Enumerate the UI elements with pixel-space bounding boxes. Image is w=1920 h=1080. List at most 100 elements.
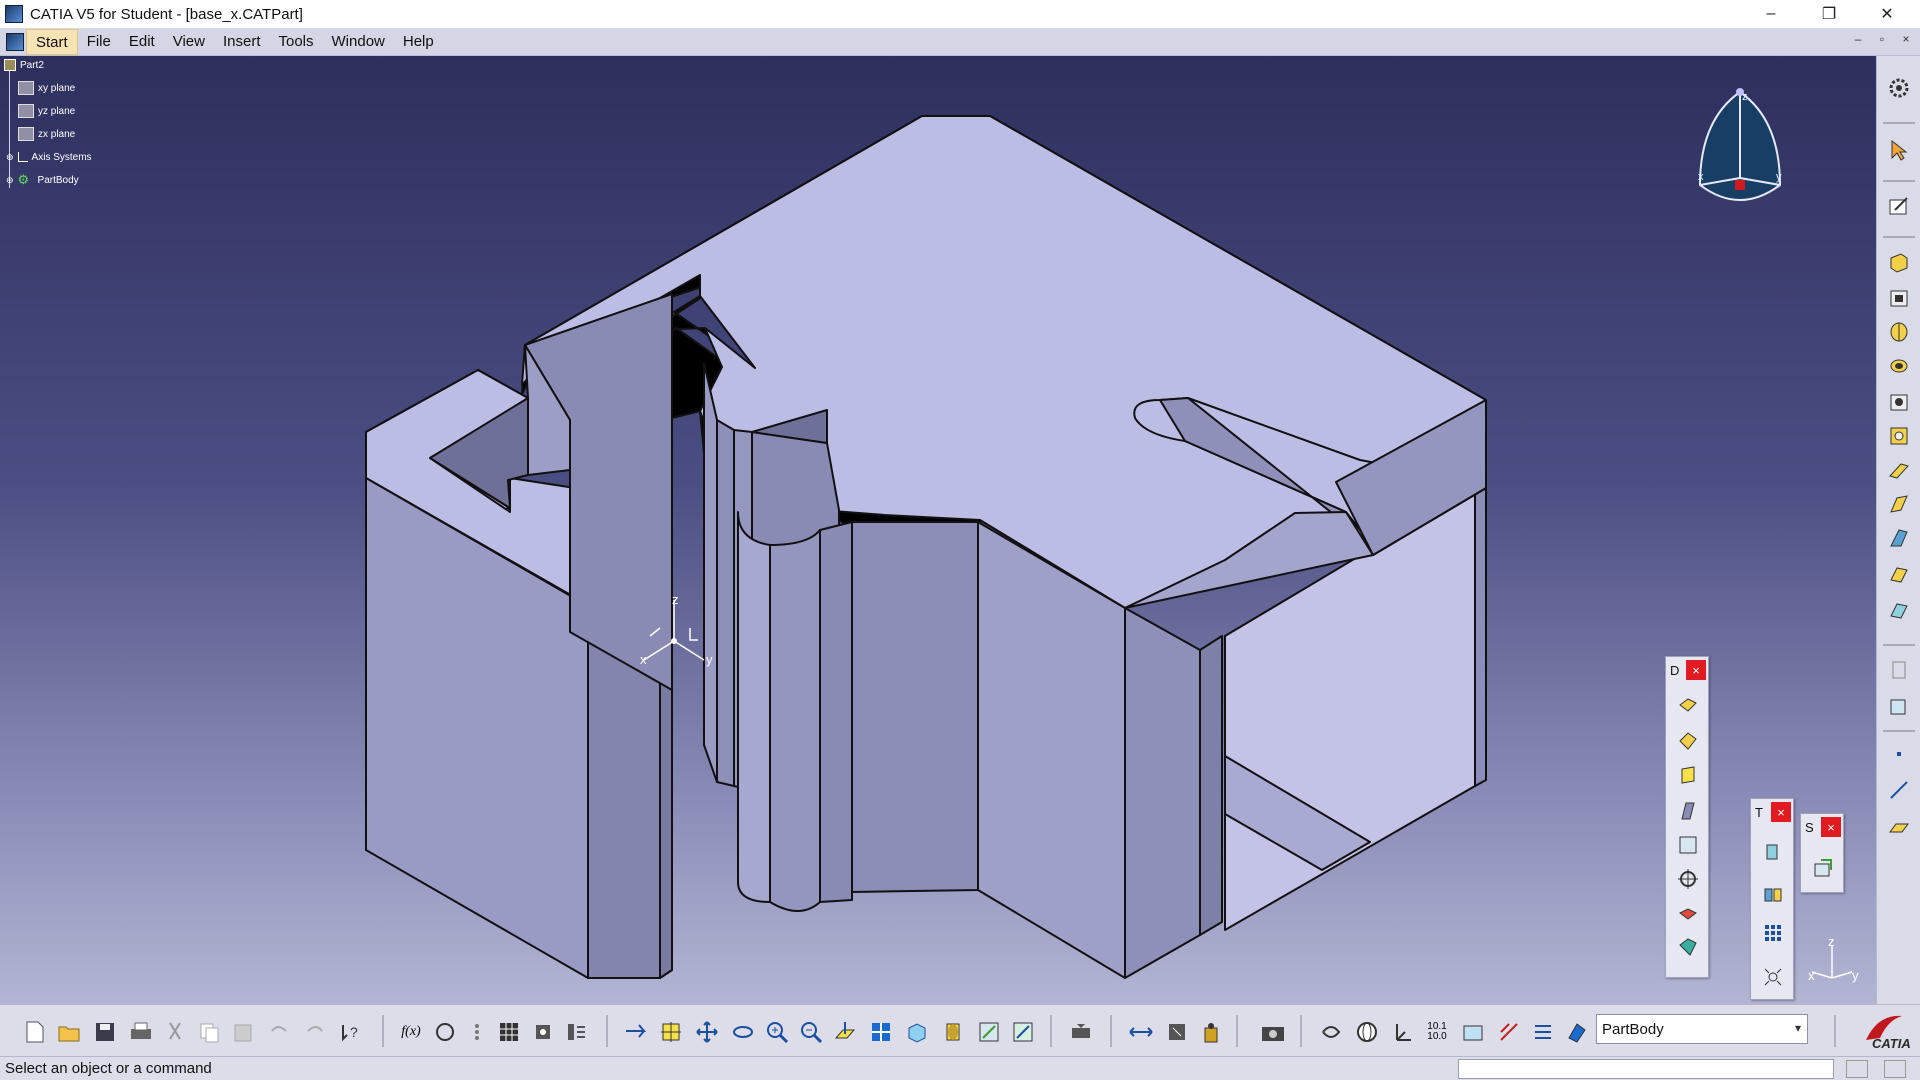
fillet-icon[interactable] <box>1674 691 1702 719</box>
translation-icon[interactable] <box>1759 837 1787 865</box>
cut-icon[interactable] <box>160 1017 190 1047</box>
new-icon[interactable] <box>20 1017 50 1047</box>
rib-icon[interactable] <box>1885 422 1913 450</box>
shell-icon[interactable] <box>1674 797 1702 825</box>
panel-header[interactable]: S × <box>1801 814 1843 840</box>
solid-combine-icon[interactable] <box>1885 560 1913 588</box>
update-icon[interactable] <box>1066 1017 1096 1047</box>
stiffener-icon[interactable] <box>1885 490 1913 518</box>
3d-box-icon[interactable] <box>1885 692 1913 720</box>
undo-icon[interactable] <box>264 1017 294 1047</box>
hide-show-icon[interactable] <box>1885 656 1913 684</box>
menu-help[interactable]: Help <box>394 29 443 55</box>
draft-icon[interactable] <box>1674 761 1702 789</box>
menu-insert[interactable]: Insert <box>214 29 270 55</box>
axis-system-icon[interactable] <box>1388 1017 1418 1047</box>
close-icon[interactable]: × <box>1686 660 1706 680</box>
power-input-icon[interactable] <box>1884 1060 1906 1078</box>
menu-tools[interactable]: Tools <box>269 29 322 55</box>
pocket-icon[interactable] <box>1885 284 1913 312</box>
hole-icon[interactable] <box>1885 388 1913 416</box>
print-icon[interactable] <box>126 1017 156 1047</box>
law-icon[interactable] <box>462 1017 492 1047</box>
menu-window[interactable]: Window <box>323 29 394 55</box>
mirror-icon[interactable] <box>1759 881 1787 909</box>
pan-icon[interactable] <box>692 1017 722 1047</box>
tree-node-partbody[interactable]: ⊕ ⚙ PartBody <box>6 171 79 189</box>
split-icon[interactable] <box>1809 854 1837 882</box>
part-model[interactable]: x y z x y z x y z <box>0 56 1876 1004</box>
restore-button[interactable]: ❐ <box>1800 0 1858 28</box>
thickness-icon[interactable] <box>1674 831 1702 859</box>
tolerance-icon[interactable] <box>1494 1017 1524 1047</box>
doc-close-button[interactable]: × <box>1896 32 1916 46</box>
replace-face-icon[interactable] <box>1674 933 1702 961</box>
line-icon[interactable] <box>1885 776 1913 804</box>
current-body-select[interactable]: PartBody ▾ <box>1596 1014 1808 1044</box>
paste-icon[interactable] <box>228 1017 258 1047</box>
shading-icon[interactable] <box>938 1017 968 1047</box>
shaft-icon[interactable] <box>1885 318 1913 346</box>
expand-icon[interactable]: ⊕ <box>6 152 14 163</box>
doc-minimize-button[interactable]: – <box>1848 32 1868 46</box>
point-icon[interactable] <box>1885 740 1913 768</box>
tree-node-part[interactable]: Part2 <box>0 56 44 74</box>
open-icon[interactable] <box>54 1017 84 1047</box>
measure-value-icon[interactable]: 10.1 10.0 <box>1422 1017 1452 1047</box>
knowledge-icon[interactable] <box>430 1017 460 1047</box>
formula-icon[interactable]: f(x) <box>396 1017 426 1047</box>
tree-node-yz-plane[interactable]: yz plane <box>18 102 75 120</box>
multi-section-icon[interactable] <box>1885 596 1913 624</box>
grid-icon[interactable] <box>1458 1017 1488 1047</box>
pad-icon[interactable] <box>1885 248 1913 276</box>
list-icon[interactable] <box>1528 1017 1558 1047</box>
doc-restore-button[interactable]: ▫ <box>1872 32 1892 46</box>
save-icon[interactable] <box>90 1017 120 1047</box>
gear-icon[interactable] <box>1885 74 1913 102</box>
globe-icon[interactable] <box>1352 1017 1382 1047</box>
fit-all-icon[interactable] <box>656 1017 686 1047</box>
redo-icon[interactable] <box>300 1017 330 1047</box>
menu-start[interactable]: Start <box>26 28 78 55</box>
tree-node-axis-systems[interactable]: ⊕ Axis Systems <box>6 148 92 166</box>
loft-icon[interactable] <box>1885 524 1913 552</box>
hide-show-icon[interactable] <box>974 1017 1004 1047</box>
measure-inertia-icon[interactable] <box>1196 1017 1226 1047</box>
table-icon[interactable] <box>494 1017 524 1047</box>
scaling-icon[interactable] <box>1759 963 1787 991</box>
rotate-icon[interactable] <box>728 1017 758 1047</box>
chamfer-icon[interactable] <box>1674 727 1702 755</box>
analysis-icon[interactable] <box>1316 1017 1346 1047</box>
minimize-button[interactable]: – <box>1742 0 1800 28</box>
zoom-out-icon[interactable] <box>796 1017 826 1047</box>
rectangular-pattern-icon[interactable] <box>1759 919 1787 947</box>
menu-file[interactable]: File <box>78 29 120 55</box>
instantiate-icon[interactable] <box>562 1017 592 1047</box>
chevron-down-icon[interactable]: ▾ <box>1795 1021 1801 1035</box>
close-window-button[interactable]: ✕ <box>1858 0 1916 28</box>
slot-icon[interactable] <box>1885 456 1913 484</box>
multi-view-icon[interactable] <box>866 1017 896 1047</box>
specification-tree[interactable]: Part2 xy plane yz plane zx plane ⊕ Axis … <box>0 56 140 196</box>
fly-icon[interactable] <box>620 1017 650 1047</box>
normal-view-icon[interactable] <box>830 1017 860 1047</box>
plane-icon[interactable] <box>1885 812 1913 840</box>
command-input[interactable] <box>1458 1059 1834 1079</box>
menu-edit[interactable]: Edit <box>120 29 164 55</box>
close-icon[interactable]: × <box>1771 802 1791 822</box>
close-icon[interactable]: × <box>1821 817 1841 837</box>
iso-view-icon[interactable] <box>902 1017 932 1047</box>
expand-icon[interactable]: ⊕ <box>6 175 14 186</box>
menu-view[interactable]: View <box>164 29 214 55</box>
select-arrow-icon[interactable] <box>1885 136 1913 164</box>
status-option-icon[interactable] <box>1846 1060 1868 1078</box>
camera-icon[interactable] <box>1258 1017 1288 1047</box>
groove-icon[interactable] <box>1885 352 1913 380</box>
catalog-icon[interactable] <box>528 1017 558 1047</box>
swap-space-icon[interactable] <box>1008 1017 1038 1047</box>
thread-icon[interactable] <box>1674 865 1702 893</box>
start-menu-icon[interactable] <box>6 32 24 51</box>
scan-icon[interactable] <box>1562 1017 1592 1047</box>
sketch-icon[interactable] <box>1885 192 1913 220</box>
measure-item-icon[interactable] <box>1162 1017 1192 1047</box>
